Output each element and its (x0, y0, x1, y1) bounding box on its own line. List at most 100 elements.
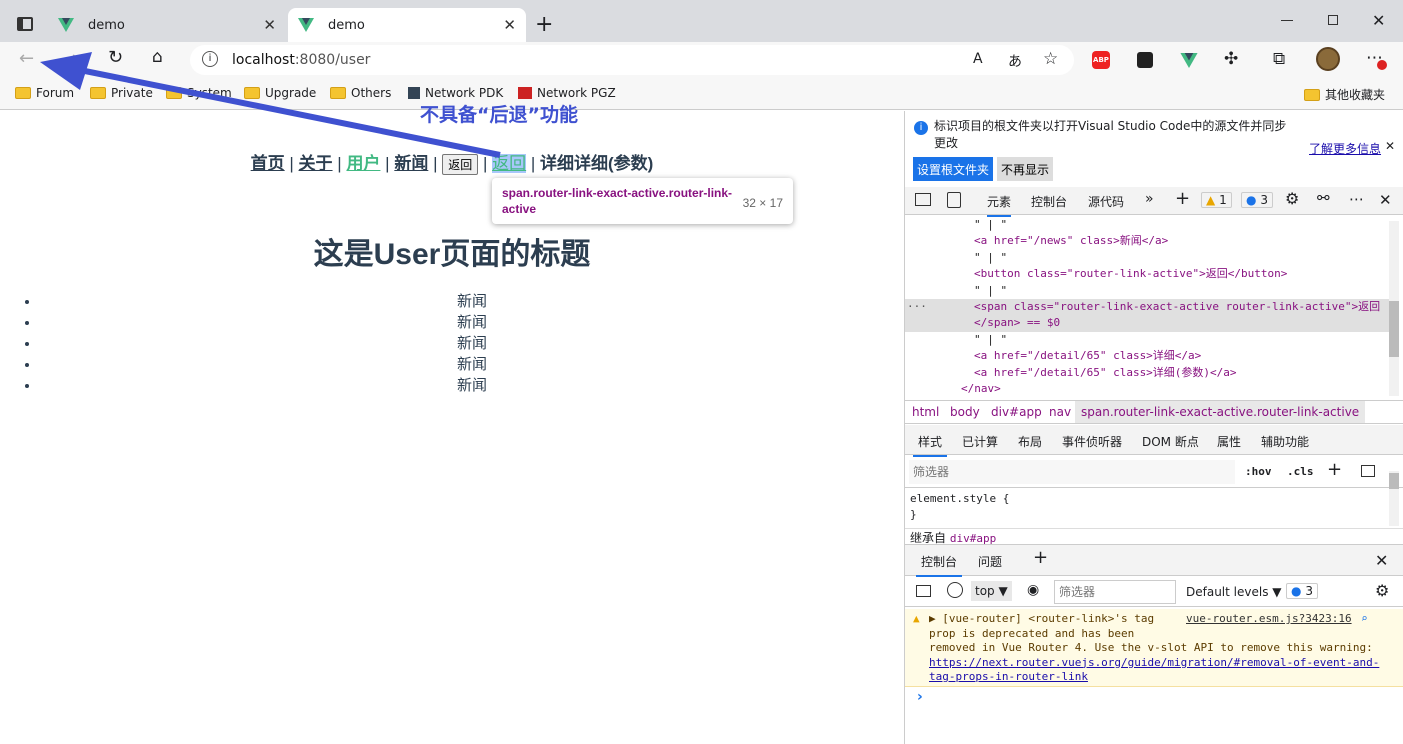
list-item: 新闻 (40, 375, 904, 396)
breadcrumb-item[interactable]: div#app (991, 405, 1042, 419)
tab-elements[interactable]: 元素 (987, 193, 1012, 217)
maximize-icon[interactable] (1328, 15, 1338, 25)
dom-line[interactable]: " | " (905, 283, 1390, 299)
collections-icon[interactable]: ⧉ (1273, 49, 1285, 69)
console-source-link[interactable]: vue-router.esm.js?3423:16 (1186, 612, 1352, 627)
message-icon: ● (1291, 584, 1302, 598)
live-expression-eye-icon[interactable]: ◉ (1027, 582, 1039, 598)
dont-show-button[interactable]: 不再显示 (997, 157, 1054, 181)
hov-toggle[interactable]: :hov (1245, 465, 1272, 478)
log-levels-select[interactable]: Default levels ▼ (1186, 585, 1282, 599)
banner-close-icon[interactable]: ✕ (1385, 139, 1395, 153)
dom-line-selected[interactable]: ··· <span class="router-link-exact-active… (905, 299, 1390, 316)
tab-sources[interactable]: 源代码 (1088, 193, 1124, 210)
tab-layout[interactable]: 布局 (1018, 433, 1042, 450)
element-style-rule[interactable]: element.style { (910, 491, 1385, 507)
drawer-tab-console[interactable]: 控制台 (916, 553, 963, 577)
dom-ellipsis-icon: ··· (907, 300, 927, 314)
annotation-text: 不具备“后退”功能 (420, 104, 578, 126)
context-select[interactable]: top ▼ (971, 581, 1012, 601)
dom-line[interactable]: </nav> (905, 381, 1390, 397)
list-item: 新闻 (40, 312, 904, 333)
console-info-badge[interactable]: ● 3 (1286, 583, 1318, 599)
tab-properties[interactable]: 属性 (1217, 433, 1241, 450)
dom-line[interactable]: " | " (905, 217, 1390, 233)
adblock-icon[interactable]: ABP (1092, 51, 1110, 69)
dom-line[interactable]: " | " (905, 332, 1390, 348)
vscode-banner: i 标识项目的根文件夹以打开Visual Studio Code中的源文件并同步… (905, 111, 1403, 185)
drawer-tab-issues[interactable]: 问题 (978, 553, 1002, 570)
inherited-row: 继承自 div#app (905, 528, 1403, 544)
device-toolbar-icon[interactable] (947, 192, 961, 208)
styles-filter-input[interactable] (909, 460, 1235, 484)
dom-line[interactable]: <a href="/detail/65" class>详细(参数)</a> (905, 365, 1390, 381)
dom-line[interactable]: <a href="/news" class>新闻</a> (905, 233, 1390, 249)
favorite-star-icon[interactable]: ☆ (1043, 49, 1058, 69)
dom-line[interactable]: " | " (905, 250, 1390, 266)
toggle-sidebar-icon[interactable] (1361, 465, 1375, 477)
migration-link[interactable]: https://next.router.vuejs.org/guide/migr… (929, 656, 1403, 671)
breadcrumb-item[interactable]: nav (1049, 405, 1071, 419)
learn-more-link[interactable]: 了解更多信息 (1309, 140, 1381, 157)
more-tabs-icon[interactable]: » (1145, 191, 1154, 207)
dom-line[interactable]: <button class="router-link-active">返回</b… (905, 266, 1390, 282)
dom-scrollbar[interactable] (1389, 221, 1399, 396)
rule-close: } (910, 508, 917, 521)
close-devtools-icon[interactable]: ✕ (1379, 191, 1392, 209)
vue-devtools-icon[interactable] (1180, 53, 1198, 68)
read-aloud-icon[interactable]: A (973, 51, 983, 67)
drawer-close-icon[interactable]: ✕ (1375, 551, 1388, 570)
notification-badge (1377, 60, 1387, 70)
dom-line-selected[interactable]: </span> == $0 (905, 315, 1390, 332)
other-bookmarks-folder[interactable]: 其他收藏夹 (1304, 86, 1385, 103)
dom-line[interactable]: <a href="/detail/65" class>详细</a> (905, 348, 1390, 364)
extension-icon[interactable] (1137, 52, 1153, 68)
annotation-arrow (40, 52, 501, 158)
new-style-rule-icon[interactable]: + (1327, 459, 1342, 480)
warning-icon: ▲ (1206, 193, 1216, 207)
set-root-button[interactable]: 设置根文件夹 (913, 157, 994, 181)
breadcrumb-item[interactable]: body (950, 405, 980, 419)
add-tab-icon[interactable]: + (1175, 188, 1190, 209)
console-warning-message: ▲ ▶ [vue-router] <router-link>'s tag vue-… (905, 609, 1403, 687)
inherited-from-link[interactable]: div#app (950, 532, 996, 544)
avatar[interactable] (1316, 47, 1340, 71)
page-title: 这是User页面的标题 (313, 238, 591, 271)
translate-icon[interactable]: あ (1008, 51, 1022, 71)
minimize-icon[interactable] (1281, 20, 1293, 21)
inspect-icon[interactable] (915, 193, 931, 206)
console-sidebar-icon[interactable] (916, 585, 931, 597)
console-toolbar: top ▼ ◉ Default levels ▼ ● 3 ⚙ (905, 577, 1403, 607)
settings-gear-icon[interactable]: ⚙ (1285, 189, 1299, 208)
migration-link[interactable]: tag-props-in-router-link (929, 670, 1403, 685)
console-prompt[interactable]: › (917, 689, 923, 705)
devtools-toolbar: 元素 控制台 源代码 » + ▲ 1 ● 3 ⚙ ⚯ ⋯ ✕ (905, 187, 1403, 217)
tab-event-listeners[interactable]: 事件侦听器 (1062, 433, 1122, 450)
breadcrumb-item[interactable]: html (912, 405, 939, 419)
more-options-icon[interactable]: ⋯ (1349, 190, 1364, 208)
tab-accessibility[interactable]: 辅助功能 (1261, 433, 1309, 450)
customize-icon[interactable]: ⚯ (1317, 189, 1330, 207)
tab-computed[interactable]: 已计算 (962, 433, 998, 450)
styles-scrollbar[interactable] (1389, 471, 1399, 526)
console-filter-input[interactable] (1054, 580, 1176, 604)
tooltip-size: 32 × 17 (742, 196, 783, 210)
tab-dom-breakpoints[interactable]: DOM 断点 (1142, 433, 1199, 450)
clear-console-icon[interactable] (947, 582, 963, 598)
element-tooltip: span.router-link-exact-active.router-lin… (492, 178, 793, 224)
breadcrumb-item-active[interactable]: span.router-link-exact-active.router-lin… (1075, 401, 1366, 423)
info-badge[interactable]: ● 3 (1241, 192, 1273, 208)
console-settings-gear-icon[interactable]: ⚙ (1375, 581, 1389, 600)
tab-console[interactable]: 控制台 (1031, 193, 1067, 210)
drawer-add-icon[interactable]: + (1033, 547, 1048, 568)
search-icon[interactable]: ⌕ (1361, 612, 1368, 627)
folder-icon (1304, 88, 1320, 101)
dom-tree: " | " <a href="/news" class>新闻</a> " | "… (905, 217, 1390, 399)
extensions-puzzle-icon[interactable]: ✣ (1224, 49, 1238, 69)
drawer-tabs: 控制台 问题 + ✕ (905, 544, 1403, 577)
warning-badge[interactable]: ▲ 1 (1201, 192, 1232, 208)
tab-styles[interactable]: 样式 (913, 433, 948, 457)
news-list: 新闻 新闻 新闻 新闻 新闻 (40, 291, 904, 396)
window-close-icon[interactable]: ✕ (1372, 11, 1385, 30)
cls-toggle[interactable]: .cls (1287, 465, 1314, 478)
